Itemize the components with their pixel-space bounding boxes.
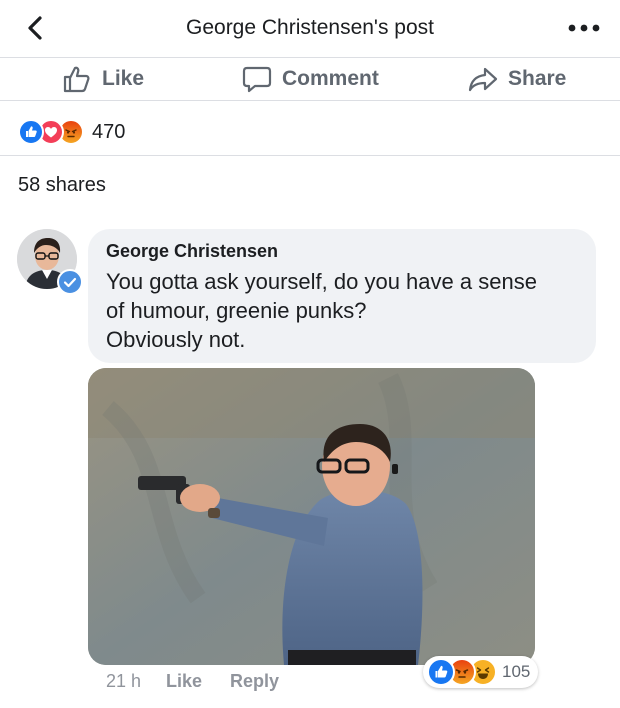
verified-check-icon <box>57 269 83 295</box>
comment-reactions-badge[interactable]: 105 <box>423 656 539 688</box>
comment-photo[interactable] <box>88 368 535 665</box>
comment-time: 21 h <box>106 671 142 691</box>
comment-author[interactable]: George Christensen <box>106 241 278 262</box>
comment-label: Comment <box>282 67 379 90</box>
speech-bubble-icon <box>242 64 272 94</box>
comment-reply-button[interactable]: Reply <box>230 671 279 692</box>
reaction-summary[interactable]: 470 <box>18 118 125 146</box>
like-button[interactable]: Like <box>62 58 144 100</box>
top-bar: George Christensen's post <box>0 0 620 57</box>
reaction-count: 470 <box>92 120 126 143</box>
action-divider <box>0 100 620 101</box>
share-button[interactable]: Share <box>468 58 566 100</box>
comment-button[interactable]: Comment <box>242 58 379 100</box>
like-reaction-icon <box>427 658 455 686</box>
shares-count[interactable]: 58 shares <box>18 174 106 197</box>
share-arrow-icon <box>468 64 498 94</box>
share-label: Share <box>508 67 567 90</box>
more-dots-icon[interactable] <box>566 14 602 42</box>
stats-divider <box>0 155 620 156</box>
page-title: George Christensen's post <box>186 16 434 39</box>
comment-text: You gotta ask yourself, do you have a se… <box>106 269 537 352</box>
comment-reaction-count: 105 <box>502 662 531 681</box>
like-label: Like <box>102 67 145 90</box>
post-action-bar: Like Comment Share <box>0 58 620 100</box>
comment-like-button[interactable]: Like <box>166 671 202 692</box>
thumbs-up-icon <box>62 64 92 94</box>
comment-bubble: George Christensen You gotta ask yoursel… <box>88 229 596 363</box>
like-reaction-icon <box>18 119 44 145</box>
